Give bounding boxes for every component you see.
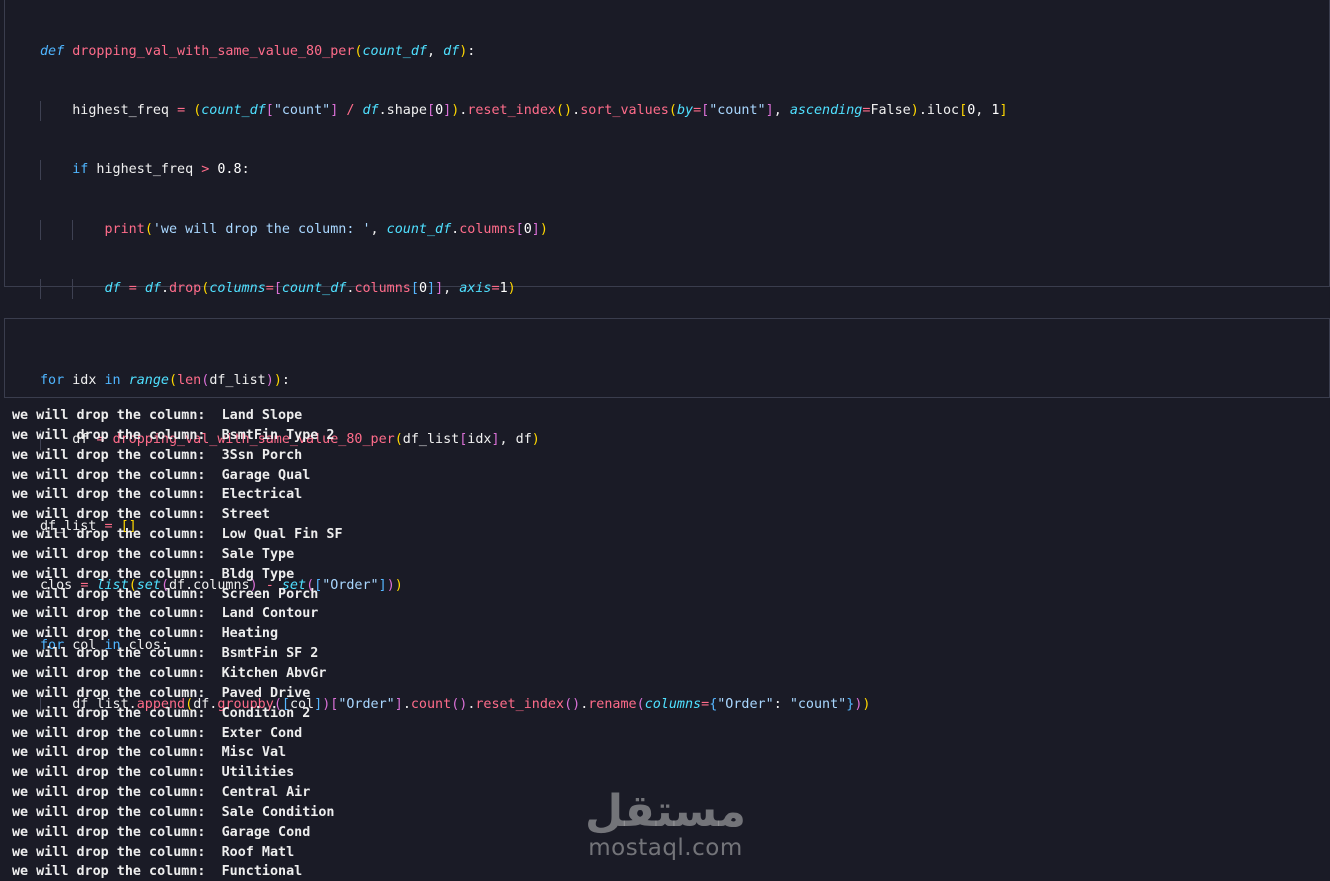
output-line: we will drop the column: BsmtFin SF 2 — [12, 644, 343, 664]
output-column-name: Garage Qual — [221, 467, 311, 483]
output-column-name: Roof Matl — [221, 844, 295, 860]
output-prefix: we will drop the column: — [12, 487, 222, 503]
output-column-name: Paved Drive — [221, 685, 311, 701]
cell-output: we will drop the column: Land Slope we wi… — [12, 406, 343, 881]
output-prefix: we will drop the column: — [12, 546, 222, 562]
output-line: we will drop the column: Sale Condition — [12, 803, 343, 823]
output-prefix: we will drop the column: — [12, 785, 222, 801]
output-column-name: Functional — [221, 864, 303, 880]
output-line: we will drop the column: Roof Matl — [12, 843, 343, 863]
output-column-name: Screen Porch — [221, 586, 319, 602]
notebook-page: def dropping_val_with_same_value_80_per(… — [0, 0, 1330, 881]
output-prefix: we will drop the column: — [12, 408, 222, 423]
output-prefix: we will drop the column: — [12, 685, 222, 701]
output-prefix: we will drop the column: — [12, 844, 222, 860]
output-line: we will drop the column: Heating — [12, 624, 343, 644]
output-line: we will drop the column: Functional — [12, 862, 343, 881]
output-prefix: we will drop the column: — [12, 586, 222, 602]
output-line: we will drop the column: Sale Type — [12, 545, 343, 565]
output-column-name: Low Qual Fin SF — [221, 527, 343, 543]
mostaql-watermark: مستقل mostaql.com — [583, 786, 748, 861]
output-prefix: we will drop the column: — [12, 646, 222, 662]
code-line: def dropping_val_with_same_value_80_per(… — [40, 43, 476, 59]
output-column-name: Street — [221, 507, 270, 523]
output-prefix: we will drop the column: — [12, 705, 222, 721]
output-prefix: we will drop the column: — [12, 527, 222, 543]
output-column-name: Sale Condition — [221, 804, 335, 820]
output-line: we will drop the column: Bldg Type — [12, 565, 343, 585]
output-prefix: we will drop the column: — [12, 665, 222, 681]
output-column-name: Land Slope — [221, 408, 303, 423]
output-column-name: Heating — [221, 626, 279, 642]
output-column-name: 3Ssn Porch — [221, 447, 303, 463]
output-prefix: we will drop the column: — [12, 467, 222, 483]
watermark-arabic: مستقل — [585, 786, 746, 837]
output-line: we will drop the column: Central Air — [12, 783, 343, 803]
output-prefix: we will drop the column: — [12, 427, 222, 443]
code-line: if highest_freq > 0.8: — [40, 160, 1008, 181]
output-column-name: Central Air — [221, 785, 311, 801]
output-prefix: we will drop the column: — [12, 864, 222, 880]
output-line: we will drop the column: Street — [12, 505, 343, 525]
output-line: we will drop the column: Condition 2 — [12, 704, 343, 724]
output-line: we will drop the column: Land Slope — [12, 406, 343, 426]
output-column-name: Utilities — [221, 765, 295, 781]
output-line: we will drop the column: Low Qual Fin SF — [12, 525, 343, 545]
output-line: we will drop the column: Exter Cond — [12, 724, 343, 744]
output-prefix: we will drop the column: — [12, 765, 222, 781]
output-prefix: we will drop the column: — [12, 725, 222, 741]
output-prefix: we will drop the column: — [12, 507, 222, 523]
output-prefix: we will drop the column: — [12, 447, 222, 463]
output-line: we will drop the column: 3Ssn Porch — [12, 446, 343, 466]
output-column-name: Bldg Type — [221, 566, 295, 582]
output-line: we will drop the column: Electrical — [12, 485, 343, 505]
output-line: we will drop the column: Garage Qual — [12, 466, 343, 486]
code-cell-1[interactable]: def dropping_val_with_same_value_80_per(… — [4, 0, 1330, 715]
output-column-name: Condition 2 — [221, 705, 311, 721]
output-prefix: we will drop the column: — [12, 566, 222, 582]
output-column-name: Misc Val — [221, 745, 287, 761]
output-column-name: Exter Cond — [221, 725, 303, 741]
watermark-latin: mostaql.com — [588, 835, 743, 861]
output-line: we will drop the column: Kitchen AbvGr — [12, 664, 343, 684]
output-line: we will drop the column: Utilities — [12, 763, 343, 783]
output-column-name: Garage Cond — [221, 824, 311, 840]
output-line: we will drop the column: Misc Val — [12, 743, 343, 763]
code-cell-2[interactable]: for idx in range(len(df_list)): df = dro… — [4, 318, 1330, 450]
code-line: for idx in range(len(df_list)): — [40, 372, 290, 388]
output-line: we will drop the column: Screen Porch — [12, 585, 343, 605]
output-prefix: we will drop the column: — [12, 626, 222, 642]
code-line: df = df.drop(columns=[count_df.columns[0… — [40, 279, 1008, 299]
output-column-name: BsmtFin SF 2 — [221, 646, 319, 662]
code-line: highest_freq = (count_df["count"] / df.s… — [40, 100, 1008, 121]
output-line: we will drop the column: Paved Drive — [12, 684, 343, 704]
output-column-name: BsmtFin Type 2 — [221, 427, 335, 443]
output-prefix: we will drop the column: — [12, 606, 222, 622]
output-line: we will drop the column: Land Contour — [12, 604, 343, 624]
output-prefix: we will drop the column: — [12, 824, 222, 840]
code-line: print('we will drop the column: ', count… — [40, 219, 1008, 240]
output-line: we will drop the column: Garage Cond — [12, 823, 343, 843]
output-line: we will drop the column: BsmtFin Type 2 — [12, 426, 343, 446]
output-column-name: Electrical — [221, 487, 303, 503]
output-prefix: we will drop the column: — [12, 745, 222, 761]
output-column-name: Land Contour — [221, 606, 319, 622]
output-column-name: Kitchen AbvGr — [221, 665, 327, 681]
output-column-name: Sale Type — [221, 546, 295, 562]
output-prefix: we will drop the column: — [12, 804, 222, 820]
